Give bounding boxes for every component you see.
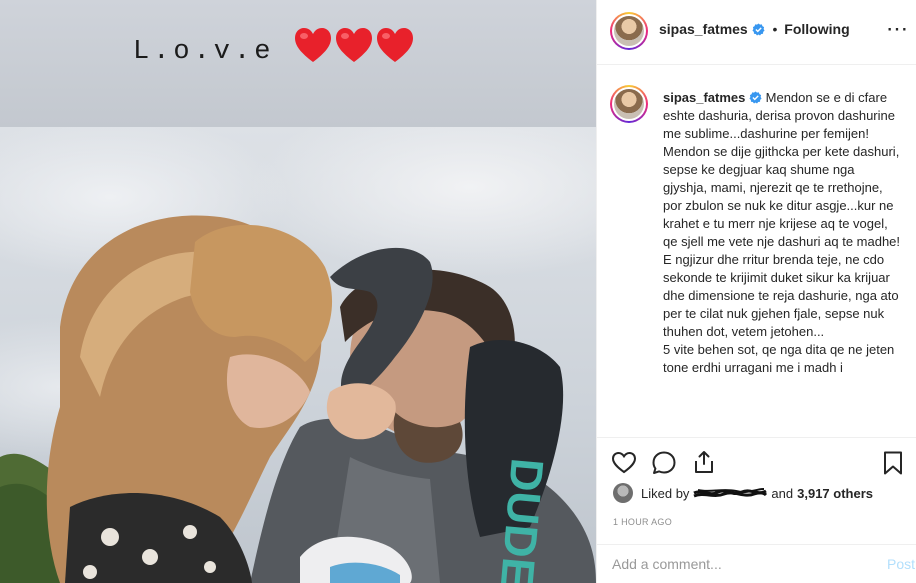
more-options-icon[interactable]: ⋯: [886, 18, 908, 40]
bookmark-icon[interactable]: [880, 450, 906, 476]
heart-outline-icon[interactable]: [611, 450, 637, 476]
liked-by-and: and: [771, 485, 794, 501]
avatar[interactable]: [610, 12, 648, 50]
following-button[interactable]: Following: [784, 21, 849, 37]
photo-scene: DUDE: [0, 215, 596, 583]
post-actions-section: Liked by and 3,917 others 1 HOUR AGO Pos…: [597, 437, 916, 583]
likes-count-link[interactable]: 3,917 others: [797, 486, 873, 501]
liked-by-prefix: Liked by: [641, 485, 690, 501]
story-text-band: L.o.v.e: [0, 0, 596, 127]
hearts-group: [293, 26, 415, 66]
comment-icon[interactable]: [651, 450, 677, 476]
caption-avatar[interactable]: [610, 85, 648, 123]
verified-badge-icon: [752, 23, 765, 36]
liked-by-row: Liked by and 3,917 others: [613, 483, 873, 503]
share-icon[interactable]: [691, 449, 717, 475]
verified-badge-icon: [749, 91, 762, 104]
caption-paragraph: E ngjizur dhe rritur brenda teje, ne cdo…: [663, 252, 899, 339]
caption-text: sipas_fatmes Mendon se e di cfare eshte …: [663, 89, 901, 377]
caption-paragraph: 5 vite behen sot, qe nga dita qe ne jete…: [663, 342, 895, 375]
post-comment-button[interactable]: Post: [887, 556, 915, 572]
header-user-line: sipas_fatmes • Following: [659, 21, 850, 37]
caption-username[interactable]: sipas_fatmes: [663, 90, 745, 105]
redacted-username: [693, 488, 768, 498]
story-love-text: L.o.v.e: [133, 37, 275, 67]
red-heart-icon: [295, 28, 331, 62]
liker-avatar[interactable]: [613, 483, 633, 503]
caption-paragraph: sipas_fatmes Mendon se e di cfare eshte …: [663, 89, 901, 143]
add-comment-input[interactable]: [612, 556, 862, 572]
comment-box: Post: [597, 544, 916, 583]
red-heart-icon: [377, 28, 413, 62]
post-timestamp[interactable]: 1 HOUR AGO: [613, 517, 672, 527]
caption-section: sipas_fatmes Mendon se e di cfare eshte …: [597, 65, 916, 437]
post-header: sipas_fatmes • Following ⋯: [597, 0, 916, 65]
instagram-post-modal: DUDE L.o.v.e sipas_fatmes • Following ⋯ …: [0, 0, 916, 583]
caption-paragraph: Mendon se dije gjithcka per kete dashuri…: [663, 144, 901, 249]
separator-dot: •: [772, 21, 778, 37]
header-username[interactable]: sipas_fatmes: [659, 21, 748, 37]
red-heart-icon: [336, 28, 372, 62]
post-side-panel: sipas_fatmes • Following ⋯ sipas_fatmes: [596, 0, 916, 583]
post-photo[interactable]: DUDE L.o.v.e: [0, 0, 596, 583]
